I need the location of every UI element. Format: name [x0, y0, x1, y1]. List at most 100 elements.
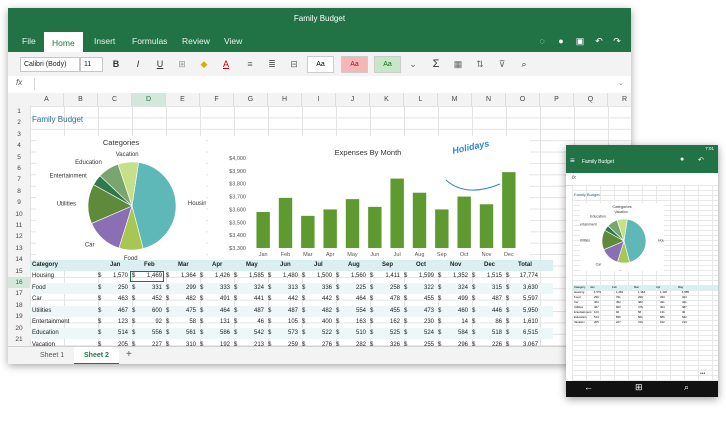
- value-cell[interactable]: 1,426: [206, 271, 230, 282]
- column-header-I[interactable]: I: [302, 93, 336, 106]
- cell-style-bad[interactable]: Aa: [341, 56, 368, 73]
- value-cell[interactable]: 452: [138, 294, 162, 305]
- tab-insert[interactable]: Insert: [86, 30, 123, 52]
- chevron-down-icon[interactable]: ⌄: [618, 79, 624, 87]
- total-cell[interactable]: 6,515: [512, 328, 538, 339]
- value-cell[interactable]: 460: [444, 306, 468, 317]
- row-header-12[interactable]: 12: [8, 231, 30, 242]
- value-cell[interactable]: 1,500: [308, 271, 332, 282]
- row-header-4[interactable]: 4: [8, 140, 30, 151]
- redo-icon[interactable]: ↷: [611, 35, 623, 47]
- share-icon[interactable]: ●: [555, 35, 567, 47]
- value-cell[interactable]: 554: [342, 306, 366, 317]
- value-cell[interactable]: 58: [172, 317, 196, 328]
- bar-nov[interactable]: [479, 204, 494, 248]
- total-cell[interactable]: 5,950: [512, 306, 538, 317]
- row-header-19[interactable]: 19: [8, 311, 30, 322]
- value-cell[interactable]: 225: [342, 283, 366, 294]
- value-cell[interactable]: 455: [410, 294, 434, 305]
- column-header-G[interactable]: G: [234, 93, 268, 106]
- value-cell[interactable]: 1,560: [342, 271, 366, 282]
- row-header-7[interactable]: 7: [8, 174, 30, 185]
- value-cell[interactable]: 331: [138, 283, 162, 294]
- value-cell[interactable]: 446: [478, 306, 502, 317]
- row-header-1[interactable]: 1: [8, 106, 30, 117]
- share-icon[interactable]: ●: [680, 156, 684, 163]
- italic-button[interactable]: I: [132, 57, 144, 71]
- value-cell[interactable]: 163: [342, 317, 366, 328]
- value-cell[interactable]: 455: [376, 306, 400, 317]
- lightbulb-icon[interactable]: ◌: [536, 35, 548, 47]
- value-cell[interactable]: 473: [410, 306, 434, 317]
- value-cell[interactable]: 1,480: [274, 271, 298, 282]
- font-color-button[interactable]: A: [220, 57, 232, 71]
- value-cell[interactable]: 105: [274, 317, 298, 328]
- value-cell[interactable]: 299: [172, 283, 196, 294]
- value-cell[interactable]: 92: [138, 317, 162, 328]
- add-sheet-button[interactable]: +: [116, 347, 142, 364]
- column-header-N[interactable]: N: [472, 93, 506, 106]
- value-cell[interactable]: 463: [104, 294, 128, 305]
- back-icon[interactable]: ←: [584, 382, 593, 392]
- value-cell[interactable]: 600: [138, 306, 162, 317]
- value-cell[interactable]: 487: [478, 294, 502, 305]
- value-cell[interactable]: 230: [410, 317, 434, 328]
- tab-review[interactable]: Review: [174, 30, 218, 52]
- bar-chart-panel[interactable]: Expenses By Month Holidays $4,000 $3,900 $…: [208, 136, 530, 262]
- table-header-cell[interactable]: Sep: [382, 260, 414, 271]
- row-header-2[interactable]: 2: [8, 117, 30, 128]
- value-cell[interactable]: 467: [104, 306, 128, 317]
- font-size-box[interactable]: 11: [80, 57, 103, 72]
- undo-icon[interactable]: ↶: [593, 35, 605, 47]
- hamburger-icon[interactable]: ≡: [570, 156, 575, 165]
- column-header-R[interactable]: R: [608, 93, 631, 106]
- cell-style-good[interactable]: Aa: [374, 56, 401, 73]
- value-cell[interactable]: 478: [376, 294, 400, 305]
- row-header-18[interactable]: 18: [8, 300, 30, 311]
- sheet-title-cell[interactable]: Family Budget: [32, 115, 83, 124]
- table-header-cell[interactable]: Jan: [110, 260, 142, 271]
- underline-button[interactable]: U: [154, 57, 166, 71]
- column-header-Q[interactable]: Q: [574, 93, 608, 106]
- comments-icon[interactable]: ▣: [574, 35, 586, 47]
- table-header-cell[interactable]: Jul: [314, 260, 346, 271]
- value-cell[interactable]: 258: [376, 283, 400, 294]
- value-cell[interactable]: 475: [172, 306, 196, 317]
- value-cell[interactable]: 324: [240, 283, 264, 294]
- category-cell[interactable]: Car: [32, 294, 98, 305]
- row-header-6[interactable]: 6: [8, 163, 30, 174]
- bar-oct[interactable]: [457, 196, 471, 248]
- value-cell[interactable]: 1,364: [172, 271, 196, 282]
- value-cell[interactable]: 487: [240, 306, 264, 317]
- value-cell[interactable]: 522: [308, 328, 332, 339]
- row-header-5[interactable]: 5: [8, 152, 30, 163]
- table-header-cell[interactable]: Mar: [178, 260, 210, 271]
- column-header-L[interactable]: L: [404, 93, 438, 106]
- value-cell[interactable]: 561: [172, 328, 196, 339]
- value-cell[interactable]: 86: [478, 317, 502, 328]
- tab-file[interactable]: File: [14, 30, 44, 52]
- windows-icon[interactable]: ⊞: [635, 382, 643, 393]
- value-cell[interactable]: 1,515: [478, 271, 502, 282]
- sheet-tab-1[interactable]: Sheet 1: [30, 347, 74, 364]
- tab-home[interactable]: Home: [44, 32, 83, 52]
- column-header-H[interactable]: H: [268, 93, 302, 106]
- value-cell[interactable]: 131: [206, 317, 230, 328]
- value-cell[interactable]: 324: [444, 283, 468, 294]
- column-header-A[interactable]: A: [30, 93, 64, 106]
- value-cell[interactable]: 491: [206, 294, 230, 305]
- column-header-O[interactable]: O: [506, 93, 540, 106]
- insert-cells-icon[interactable]: ▦: [452, 57, 464, 71]
- value-cell[interactable]: 14: [444, 317, 468, 328]
- column-header-M[interactable]: M: [438, 93, 472, 106]
- value-cell[interactable]: 518: [478, 328, 502, 339]
- value-cell[interactable]: 162: [376, 317, 400, 328]
- value-cell[interactable]: 573: [274, 328, 298, 339]
- sort-icon[interactable]: ⇅: [474, 57, 486, 71]
- total-cell[interactable]: 5,597: [512, 294, 538, 305]
- bar-sep[interactable]: [435, 209, 449, 248]
- value-cell[interactable]: 400: [308, 317, 332, 328]
- category-cell[interactable]: Education: [32, 328, 98, 339]
- row-header-10[interactable]: 10: [8, 209, 30, 220]
- row-header-8[interactable]: 8: [8, 186, 30, 197]
